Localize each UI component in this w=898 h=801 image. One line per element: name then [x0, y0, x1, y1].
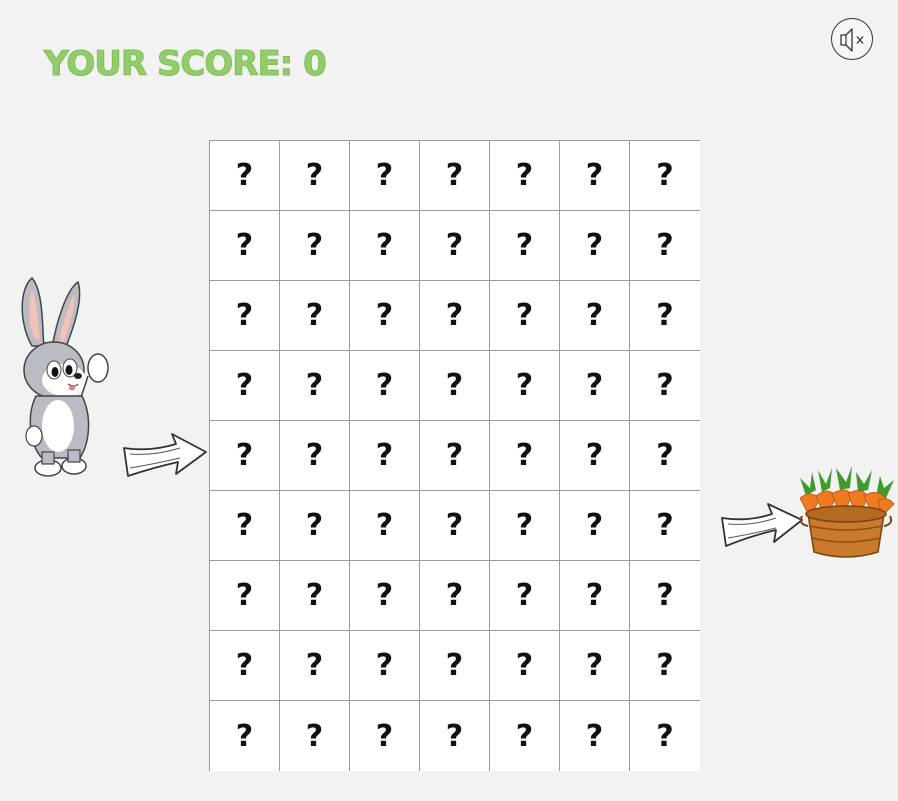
board-cell-r7-c5[interactable]: ?: [490, 561, 560, 631]
board-cell-r8-c1[interactable]: ?: [210, 631, 280, 701]
board-cell-r8-c6[interactable]: ?: [560, 631, 630, 701]
board-cell-r2-c5[interactable]: ?: [490, 211, 560, 281]
game-board: ????????????????????????????????????????…: [209, 140, 700, 771]
sound-toggle-button[interactable]: [831, 18, 873, 60]
board-cell-r3-c6[interactable]: ?: [560, 281, 630, 351]
board-cell-r9-c6[interactable]: ?: [560, 701, 630, 771]
board-cell-r5-c7[interactable]: ?: [630, 421, 700, 491]
board-cell-r3-c4[interactable]: ?: [420, 281, 490, 351]
board-cell-r5-c4[interactable]: ?: [420, 421, 490, 491]
board-cell-r1-c3[interactable]: ?: [350, 141, 420, 211]
board-cell-r5-c5[interactable]: ?: [490, 421, 560, 491]
board-cell-r1-c7[interactable]: ?: [630, 141, 700, 211]
carrot-basket-icon: [799, 466, 895, 558]
arrow-right-icon: [721, 503, 803, 547]
bunny-icon: [21, 276, 109, 477]
board-cell-r2-c4[interactable]: ?: [420, 211, 490, 281]
board-cell-r1-c2[interactable]: ?: [280, 141, 350, 211]
arrow-right-icon: [123, 433, 207, 477]
board-cell-r5-c3[interactable]: ?: [350, 421, 420, 491]
board-cell-r6-c6[interactable]: ?: [560, 491, 630, 561]
score-display: YOUR SCORE: 0: [44, 44, 328, 85]
board-cell-r4-c3[interactable]: ?: [350, 351, 420, 421]
board-cell-r8-c7[interactable]: ?: [630, 631, 700, 701]
board-cell-r4-c1[interactable]: ?: [210, 351, 280, 421]
board-cell-r4-c6[interactable]: ?: [560, 351, 630, 421]
board-cell-r7-c3[interactable]: ?: [350, 561, 420, 631]
speaker-muted-icon: [840, 28, 864, 52]
board-cell-r3-c5[interactable]: ?: [490, 281, 560, 351]
board-cell-r5-c2[interactable]: ?: [280, 421, 350, 491]
board-cell-r8-c3[interactable]: ?: [350, 631, 420, 701]
board-cell-r2-c6[interactable]: ?: [560, 211, 630, 281]
board-cell-r6-c5[interactable]: ?: [490, 491, 560, 561]
board-cell-r6-c2[interactable]: ?: [280, 491, 350, 561]
board-cell-r9-c5[interactable]: ?: [490, 701, 560, 771]
board-cell-r6-c4[interactable]: ?: [420, 491, 490, 561]
board-cell-r4-c5[interactable]: ?: [490, 351, 560, 421]
board-cell-r7-c1[interactable]: ?: [210, 561, 280, 631]
board-cell-r9-c1[interactable]: ?: [210, 701, 280, 771]
board-cell-r9-c3[interactable]: ?: [350, 701, 420, 771]
board-cell-r9-c2[interactable]: ?: [280, 701, 350, 771]
board-cell-r2-c7[interactable]: ?: [630, 211, 700, 281]
board-cell-r3-c3[interactable]: ?: [350, 281, 420, 351]
board-cell-r6-c1[interactable]: ?: [210, 491, 280, 561]
board-cell-r6-c3[interactable]: ?: [350, 491, 420, 561]
board-cell-r4-c2[interactable]: ?: [280, 351, 350, 421]
board-cell-r2-c3[interactable]: ?: [350, 211, 420, 281]
board-cell-r9-c7[interactable]: ?: [630, 701, 700, 771]
board-cell-r7-c2[interactable]: ?: [280, 561, 350, 631]
board-cell-r5-c1[interactable]: ?: [210, 421, 280, 491]
board-cell-r4-c7[interactable]: ?: [630, 351, 700, 421]
board-cell-r7-c7[interactable]: ?: [630, 561, 700, 631]
board-cell-r5-c6[interactable]: ?: [560, 421, 630, 491]
board-cell-r3-c2[interactable]: ?: [280, 281, 350, 351]
board-cell-r8-c5[interactable]: ?: [490, 631, 560, 701]
board-cell-r4-c4[interactable]: ?: [420, 351, 490, 421]
board-cell-r2-c2[interactable]: ?: [280, 211, 350, 281]
board-cell-r1-c1[interactable]: ?: [210, 141, 280, 211]
board-cell-r8-c4[interactable]: ?: [420, 631, 490, 701]
board-cell-r7-c6[interactable]: ?: [560, 561, 630, 631]
board-cell-r1-c6[interactable]: ?: [560, 141, 630, 211]
board-cell-r2-c1[interactable]: ?: [210, 211, 280, 281]
board-cell-r1-c4[interactable]: ?: [420, 141, 490, 211]
board-cell-r3-c7[interactable]: ?: [630, 281, 700, 351]
board-cell-r1-c5[interactable]: ?: [490, 141, 560, 211]
board-cell-r8-c2[interactable]: ?: [280, 631, 350, 701]
board-cell-r6-c7[interactable]: ?: [630, 491, 700, 561]
board-cell-r7-c4[interactable]: ?: [420, 561, 490, 631]
board-cell-r9-c4[interactable]: ?: [420, 701, 490, 771]
board-cell-r3-c1[interactable]: ?: [210, 281, 280, 351]
